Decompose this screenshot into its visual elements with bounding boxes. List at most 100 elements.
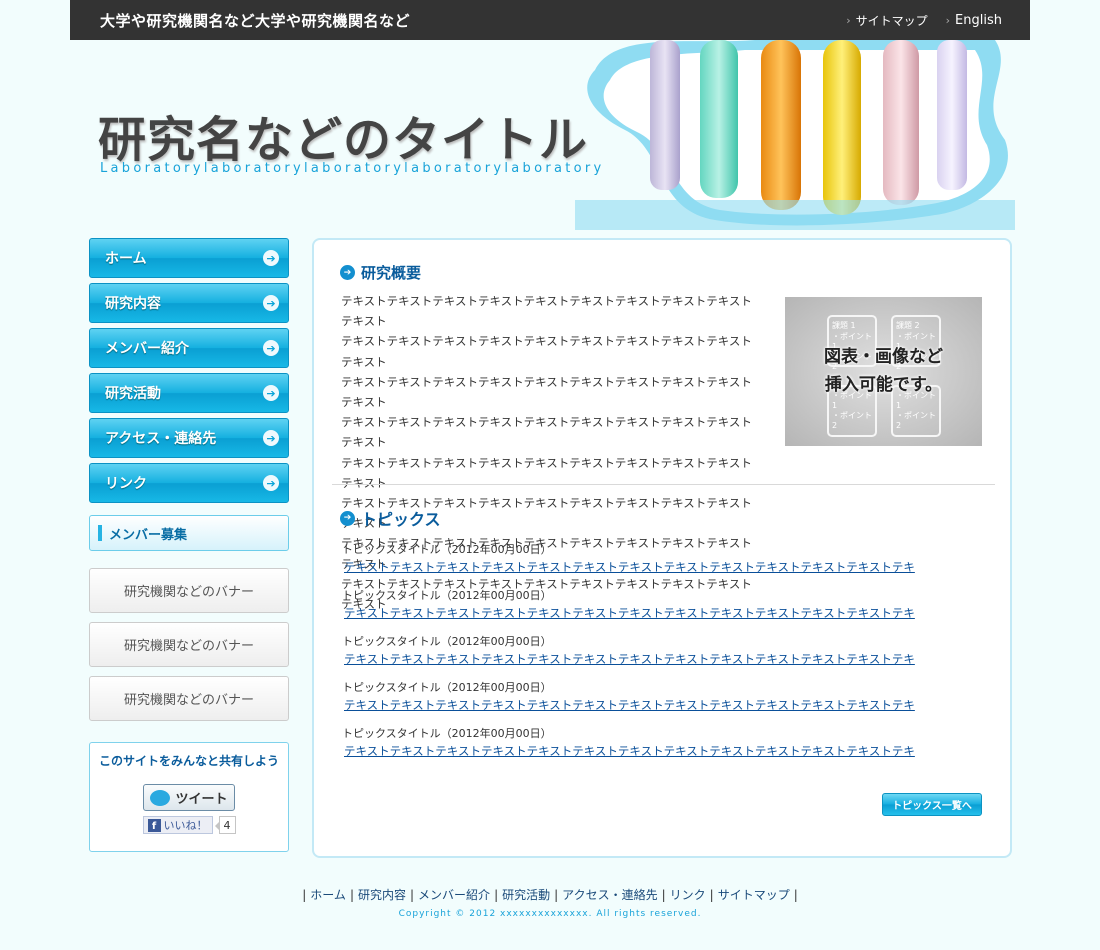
- list-item: トピックスタイトル（2012年00月00日） テキストテキストテキストテキストテキ…: [342, 680, 982, 714]
- nav-label: ホーム: [105, 251, 147, 267]
- figure-caption-line-1: 図表・画像など: [824, 347, 943, 367]
- footer-nav: | ホーム | 研究内容 | メンバー紹介 | 研究活動 | アクセス・連絡先 | リンク | サイトマッ…: [0, 886, 1100, 903]
- section-divider: [332, 484, 995, 485]
- overview-line: テキストテキストテキストテキストテキストテキストテキストテキストテキストテキスト: [341, 415, 752, 450]
- list-item: トピックスタイトル（2012年00月00日） テキストテキストテキストテキストテキ…: [342, 634, 982, 668]
- separator: |: [554, 888, 559, 902]
- nav-research[interactable]: 研究内容 ➔: [89, 283, 289, 323]
- overview-heading: ➔ 研究概要: [340, 262, 421, 283]
- footer-link-activities[interactable]: 研究活動: [502, 888, 550, 902]
- list-item: トピックスタイトル（2012年00月00日） テキストテキストテキストテキストテキ…: [342, 726, 982, 760]
- figure-box-item: ・ポイント 2: [896, 411, 936, 430]
- arrow-circle-icon: ➔: [263, 385, 279, 401]
- nav-activities[interactable]: 研究活動 ➔: [89, 373, 289, 413]
- topic-link[interactable]: テキストテキストテキストテキストテキストテキストテキストテキストテキストテキスト…: [342, 558, 982, 576]
- separator: |: [302, 888, 307, 902]
- twitter-icon: [150, 789, 171, 806]
- separator: |: [793, 888, 798, 902]
- separator: |: [349, 888, 354, 902]
- main-content: ➔ 研究概要 テキストテキストテキストテキストテキストテキストテキストテキストテキ…: [312, 238, 1012, 858]
- topic-title: トピックスタイトル（2012年00月00日）: [342, 589, 552, 602]
- org-name: 大学や研究機関名など大学や研究機関名など: [100, 12, 411, 30]
- like-button[interactable]: f いいね！: [142, 816, 213, 834]
- list-item: トピックスタイトル（2012年00月00日） テキストテキストテキストテキストテキ…: [342, 542, 982, 576]
- banner-1[interactable]: 研究機関などのバナー: [89, 568, 289, 613]
- site-subtitle: Laboratorylaboratorylaboratorylaboratory…: [100, 161, 605, 176]
- separator: |: [494, 888, 499, 902]
- arrow-circle-icon: ➔: [340, 510, 355, 526]
- nav-label: 研究内容: [105, 296, 161, 312]
- facebook-icon: f: [147, 818, 161, 832]
- footer-link-links[interactable]: リンク: [670, 888, 706, 902]
- footer-link-access[interactable]: アクセス・連絡先: [562, 888, 657, 902]
- tweet-label: ツイート: [175, 792, 228, 807]
- copyright: Copyright © 2012 xxxxxxxxxxxxxx. All rig…: [398, 909, 702, 919]
- nav-home[interactable]: ホーム ➔: [89, 238, 289, 278]
- like-row: f いいね！ 4: [90, 816, 288, 834]
- footer-link-home[interactable]: ホーム: [310, 888, 346, 902]
- nav-label: アクセス・連絡先: [105, 431, 217, 447]
- topics-heading: ➔ トピックス: [340, 506, 441, 530]
- topics-list-button[interactable]: トピックス一覧へ: [882, 793, 982, 816]
- english-link-label: English: [955, 13, 1002, 28]
- test-tubes-image: [575, 40, 1015, 230]
- figure-box-title: 課題 2: [896, 321, 920, 330]
- topic-link[interactable]: テキストテキストテキストテキストテキストテキストテキストテキストテキストテキスト…: [342, 650, 982, 668]
- separator: |: [709, 888, 714, 902]
- topic-title: トピックスタイトル（2012年00月00日）: [342, 635, 552, 648]
- list-item: トピックスタイトル（2012年00月00日） テキストテキストテキストテキストテキ…: [342, 588, 982, 622]
- topics-list: トピックスタイトル（2012年00月00日） テキストテキストテキストテキストテキ…: [342, 542, 982, 772]
- figure-box-title: 課題 1: [832, 321, 856, 330]
- topic-title: トピックスタイトル（2012年00月00日）: [342, 681, 552, 694]
- banner-3[interactable]: 研究機関などのバナー: [89, 676, 289, 721]
- sitemap-link[interactable]: › サイトマップ: [846, 12, 927, 29]
- accent-bar: [98, 525, 102, 541]
- separator: |: [661, 888, 666, 902]
- figure-box-item: ・ポイント 2: [832, 411, 872, 430]
- english-link[interactable]: › English: [946, 12, 1002, 29]
- figure-caption-line-2: 挿入可能です。: [824, 375, 943, 395]
- topic-link[interactable]: テキストテキストテキストテキストテキストテキストテキストテキストテキストテキスト…: [342, 742, 982, 760]
- like-count: 4: [214, 816, 236, 834]
- topics-heading-text: トピックス: [361, 510, 441, 529]
- nav-links[interactable]: リンク ➔: [89, 463, 289, 503]
- arrow-circle-icon: ➔: [263, 475, 279, 491]
- chevron-right-icon: ›: [945, 14, 951, 27]
- tweet-button[interactable]: ツイート: [143, 784, 235, 811]
- topic-title: トピックスタイトル（2012年00月00日）: [342, 543, 552, 556]
- nav-label: メンバー紹介: [105, 341, 189, 357]
- topic-link[interactable]: テキストテキストテキストテキストテキストテキストテキストテキストテキストテキスト…: [342, 604, 982, 622]
- overview-line: テキストテキストテキストテキストテキストテキストテキストテキストテキストテキスト: [341, 334, 752, 369]
- recruit-label: メンバー募集: [109, 527, 188, 543]
- arrow-circle-icon: ➔: [263, 430, 279, 446]
- arrow-circle-icon: ➔: [340, 265, 355, 280]
- footer-link-research[interactable]: 研究内容: [358, 888, 406, 902]
- sidebar: ホーム ➔ 研究内容 ➔ メンバー紹介 ➔ 研究活動 ➔ アクセス・連絡先 ➔ リンク ➔ …: [89, 238, 289, 852]
- utility-links: › サイトマップ › English: [846, 12, 1002, 29]
- footer-link-sitemap[interactable]: サイトマップ: [718, 888, 790, 902]
- nav-members[interactable]: メンバー紹介 ➔: [89, 328, 289, 368]
- overview-heading-text: 研究概要: [361, 264, 422, 282]
- nav-label: リンク: [105, 476, 147, 492]
- topic-title: トピックスタイトル（2012年00月00日）: [342, 727, 552, 740]
- separator: |: [410, 888, 415, 902]
- arrow-circle-icon: ➔: [263, 340, 279, 356]
- top-bar: 大学や研究機関名など大学や研究機関名など › サイトマップ › English: [70, 0, 1030, 40]
- nav-label: 研究活動: [105, 386, 161, 402]
- like-label: いいね！: [163, 819, 208, 832]
- banner-2[interactable]: 研究機関などのバナー: [89, 622, 289, 667]
- chevron-right-icon: ›: [846, 14, 851, 27]
- sitemap-link-label: サイトマップ: [855, 14, 928, 28]
- figure-caption: 図表・画像など 挿入可能です。: [785, 343, 982, 399]
- site-title[interactable]: 研究名などのタイトル: [98, 100, 588, 170]
- arrow-circle-icon: ➔: [263, 250, 279, 266]
- arrow-circle-icon: ➔: [263, 295, 279, 311]
- nav-access[interactable]: アクセス・連絡先 ➔: [89, 418, 289, 458]
- member-recruit-button[interactable]: メンバー募集: [89, 515, 289, 551]
- share-box: このサイトをみんなと共有しよう ツイート f いいね！ 4: [89, 742, 289, 852]
- topic-link[interactable]: テキストテキストテキストテキストテキストテキストテキストテキストテキストテキスト…: [342, 696, 982, 714]
- footer-link-members[interactable]: メンバー紹介: [418, 888, 490, 902]
- overview-line: テキストテキストテキストテキストテキストテキストテキストテキストテキストテキスト: [341, 294, 752, 329]
- figure-placeholder: 課題 1 ・ポイント 1 ・ポイント 2 課題 2 ・ポイント 1 ・ポイント 2 ・ポ…: [785, 297, 982, 446]
- share-title: このサイトをみんなと共有しよう: [98, 754, 279, 768]
